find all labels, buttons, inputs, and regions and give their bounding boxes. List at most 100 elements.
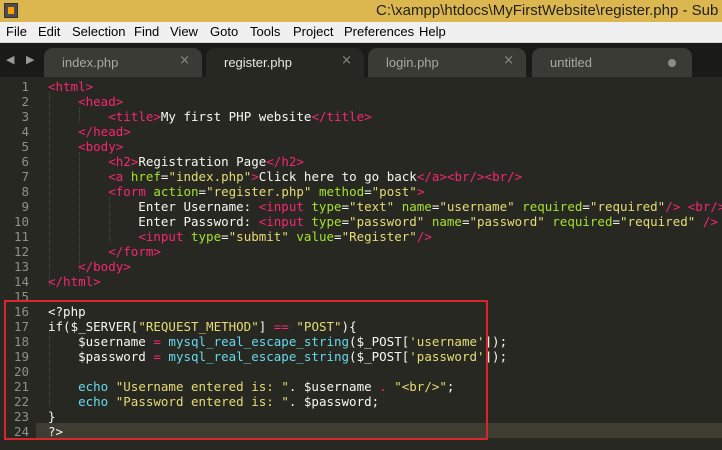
code-token: Enter Username: (48, 199, 259, 214)
code-token: = (364, 184, 372, 199)
code-token: = (198, 184, 207, 199)
code-token: <form (108, 184, 146, 199)
code-token: "required" (589, 199, 666, 214)
code-line[interactable]: <title>My first PHP website</title> (48, 109, 371, 124)
code-token: </body> (78, 259, 131, 274)
tab-scroll-arrows-icon[interactable]: ◀ ▶ (6, 53, 38, 66)
code-line[interactable]: </body> (48, 259, 131, 274)
code-line[interactable]: <head> (48, 94, 123, 109)
code-token: My first PHP website (160, 109, 312, 124)
code-token: <head> (78, 94, 124, 109)
menu-preferences[interactable]: Preferences (344, 24, 414, 39)
code-token: = (221, 229, 229, 244)
code-token: <a (108, 169, 124, 184)
menu-tools[interactable]: Tools (250, 24, 280, 39)
code-token: <br/> (446, 169, 485, 184)
window-title: C:\xampp\htdocs\MyFirstWebsite\register.… (376, 2, 719, 19)
line-number: 10 (13, 214, 29, 229)
code-line[interactable]: </form> (48, 244, 161, 259)
code-token: type (311, 214, 342, 229)
code-token: "index.php" (168, 169, 252, 184)
code-editor[interactable]: 1 2 3 4 5 6 7 8 9 10 11 12 13 14 15 16 17 18 19 20 21 22 23 24 … (0, 77, 722, 450)
code-token: /> (665, 199, 681, 214)
code-token: /> (702, 214, 718, 229)
line-number: 6 (21, 154, 29, 169)
code-token: Click here to go back (258, 169, 417, 184)
code-line[interactable]: <body> (48, 139, 123, 154)
code-token: method (318, 184, 365, 199)
code-token: type (191, 229, 222, 244)
code-token: <br/> (484, 169, 523, 184)
tab-index-php[interactable]: index.php × (44, 48, 202, 77)
code-token: > (251, 169, 259, 184)
sublime-text-window: C:\xampp\htdocs\MyFirstWebsite\register.… (0, 0, 722, 450)
code-line[interactable]: Enter Username: <input type="text" name=… (48, 199, 722, 214)
code-line[interactable]: <form action="register.php" method="post… (48, 184, 424, 199)
tab-untitled[interactable]: untitled (532, 48, 692, 77)
code-token: <title> (108, 109, 161, 124)
menu-file[interactable]: File (6, 24, 27, 39)
tab-login-php[interactable]: login.php × (368, 48, 526, 77)
sublime-app-icon (4, 3, 18, 18)
close-icon[interactable]: × (179, 53, 190, 68)
menu-find[interactable]: Find (134, 24, 159, 39)
line-number: 4 (21, 124, 29, 139)
code-token: required (552, 214, 613, 229)
menu-help[interactable]: Help (419, 24, 446, 39)
tab-label: login.php (386, 55, 439, 70)
tab-register-php[interactable]: register.php × (206, 48, 364, 77)
line-number: 11 (13, 229, 29, 244)
code-token: "text" (349, 199, 395, 214)
code-line[interactable]: <a href="index.php">Click here to go bac… (48, 169, 522, 184)
code-token: <body> (78, 139, 124, 154)
code-line[interactable]: <input type="submit" value="Register"/> (48, 229, 432, 244)
code-token: value (296, 229, 335, 244)
menu-view[interactable]: View (170, 24, 198, 39)
code-token: action (153, 184, 199, 199)
red-highlight-box (4, 300, 488, 440)
code-line[interactable]: <h2>Registration Page</h2> (48, 154, 304, 169)
code-line[interactable]: </html> (48, 274, 101, 289)
line-number: 7 (21, 169, 29, 184)
close-icon[interactable]: × (341, 53, 352, 68)
code-token: "password" (349, 214, 425, 229)
line-number: 5 (21, 139, 29, 154)
close-icon[interactable]: × (503, 53, 514, 68)
tab-label: register.php (224, 55, 292, 70)
line-number: 8 (21, 184, 29, 199)
code-token: <h2> (108, 154, 139, 169)
code-token: name (431, 214, 462, 229)
tab-label: untitled (550, 55, 592, 70)
line-number: 2 (21, 94, 29, 109)
unsaved-dot-icon[interactable] (668, 59, 676, 67)
code-token: </a> (416, 169, 447, 184)
code-line[interactable]: </head> (48, 124, 131, 139)
menu-goto[interactable]: Goto (210, 24, 238, 39)
menu-edit[interactable]: Edit (38, 24, 60, 39)
code-token: </head> (78, 124, 131, 139)
line-number: 14 (13, 274, 29, 289)
code-token: <input (258, 199, 304, 214)
tab-bar: ◀ ▶ index.php × register.php × login.php… (0, 43, 722, 77)
code-token: name (401, 199, 432, 214)
menu-project[interactable]: Project (293, 24, 333, 39)
title-bar: C:\xampp\htdocs\MyFirstWebsite\register.… (0, 0, 722, 22)
code-line[interactable]: Enter Password: <input type="password" n… (48, 214, 722, 229)
code-token: Registration Page (138, 154, 267, 169)
line-number: 9 (21, 199, 29, 214)
code-token: <input (258, 214, 304, 229)
code-line[interactable]: <html> (48, 79, 93, 94)
menu-selection[interactable]: Selection (72, 24, 125, 39)
